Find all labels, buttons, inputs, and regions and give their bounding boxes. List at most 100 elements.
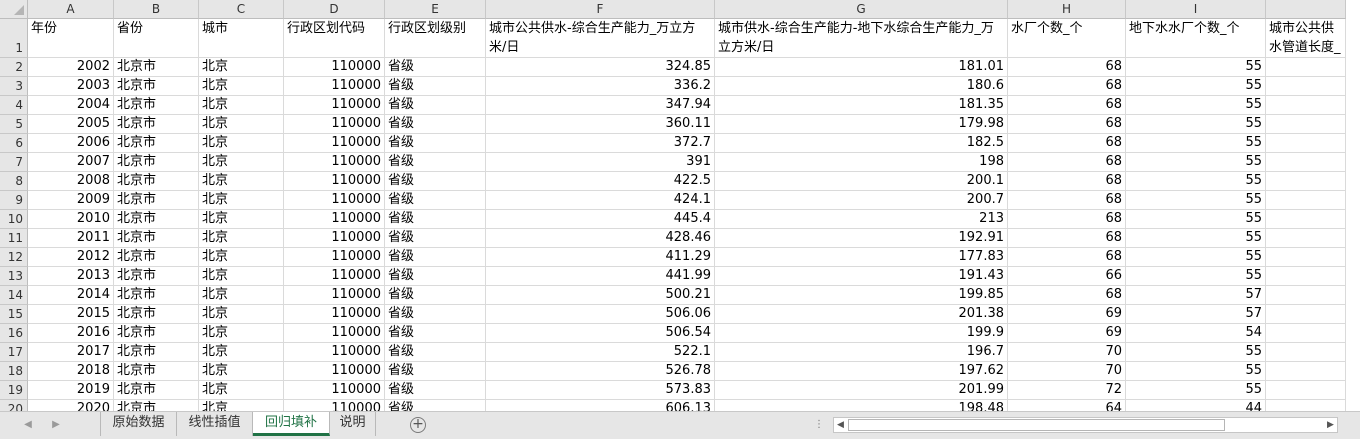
table-cell[interactable]: 北京市 [114, 115, 199, 134]
table-cell[interactable]: 68 [1008, 229, 1126, 248]
table-cell[interactable]: 110000 [284, 115, 385, 134]
table-cell[interactable]: 110000 [284, 324, 385, 343]
row-header[interactable]: 1 [0, 19, 28, 58]
table-cell[interactable]: 200.7 [715, 191, 1008, 210]
table-cell[interactable]: 110000 [284, 153, 385, 172]
table-cell[interactable]: 180.6 [715, 77, 1008, 96]
table-cell[interactable]: 北京 [199, 286, 284, 305]
table-cell[interactable]: 北京市 [114, 153, 199, 172]
table-cell[interactable]: 199.85 [715, 286, 1008, 305]
table-cell[interactable]: 北京市 [114, 286, 199, 305]
table-cell[interactable] [1266, 248, 1346, 267]
row-header[interactable]: 17 [0, 343, 28, 362]
table-cell[interactable]: 68 [1008, 286, 1126, 305]
column-header-h[interactable]: H [1008, 0, 1126, 19]
table-cell[interactable]: 省级 [385, 267, 486, 286]
table-cell[interactable]: 北京市 [114, 324, 199, 343]
table-cell[interactable]: 68 [1008, 172, 1126, 191]
row-header[interactable]: 4 [0, 96, 28, 115]
column-header-a[interactable]: A [28, 0, 114, 19]
tab-regression-fill[interactable]: 回归填补 [253, 412, 330, 436]
table-cell[interactable]: 北京市 [114, 400, 199, 411]
triangle-right-icon[interactable]: ▶ [48, 418, 64, 432]
column-header-e[interactable]: E [385, 0, 486, 19]
table-cell[interactable]: 北京 [199, 248, 284, 267]
column-header-d[interactable]: D [284, 0, 385, 19]
table-cell[interactable]: 北京 [199, 153, 284, 172]
table-cell[interactable]: 181.35 [715, 96, 1008, 115]
row-header[interactable]: 18 [0, 362, 28, 381]
table-cell[interactable]: 201.99 [715, 381, 1008, 400]
table-cell[interactable]: 省级 [385, 324, 486, 343]
table-cell[interactable]: 2011 [28, 229, 114, 248]
header-cell[interactable]: 城市公共供水管道长度_公里 [1266, 19, 1346, 58]
row-header[interactable]: 9 [0, 191, 28, 210]
column-header-b[interactable]: B [114, 0, 199, 19]
table-cell[interactable]: 324.85 [486, 58, 715, 77]
table-cell[interactable] [1266, 267, 1346, 286]
header-cell[interactable]: 城市 [199, 19, 284, 58]
table-cell[interactable]: 336.2 [486, 77, 715, 96]
table-cell[interactable]: 2006 [28, 134, 114, 153]
tab-notes[interactable]: 说明 [330, 412, 376, 436]
column-header-g[interactable]: G [715, 0, 1008, 19]
row-header[interactable]: 6 [0, 134, 28, 153]
table-cell[interactable] [1266, 324, 1346, 343]
table-cell[interactable]: 110000 [284, 400, 385, 411]
table-cell[interactable]: 68 [1008, 210, 1126, 229]
table-cell[interactable]: 北京 [199, 343, 284, 362]
table-cell[interactable]: 506.06 [486, 305, 715, 324]
table-cell[interactable]: 198 [715, 153, 1008, 172]
table-cell[interactable]: 198.48 [715, 400, 1008, 411]
plus-circle-icon[interactable]: + [410, 417, 426, 433]
table-cell[interactable]: 55 [1126, 77, 1266, 96]
table-cell[interactable]: 北京市 [114, 134, 199, 153]
table-cell[interactable]: 北京市 [114, 58, 199, 77]
table-cell[interactable] [1266, 96, 1346, 115]
scrollbar-thumb[interactable] [848, 419, 1225, 431]
header-cell[interactable]: 省份 [114, 19, 199, 58]
table-cell[interactable]: 55 [1126, 191, 1266, 210]
table-cell[interactable]: 省级 [385, 305, 486, 324]
table-cell[interactable]: 110000 [284, 267, 385, 286]
table-cell[interactable]: 北京 [199, 381, 284, 400]
table-cell[interactable]: 110000 [284, 96, 385, 115]
table-cell[interactable] [1266, 191, 1346, 210]
table-cell[interactable]: 68 [1008, 153, 1126, 172]
table-cell[interactable]: 110000 [284, 343, 385, 362]
table-cell[interactable]: 68 [1008, 77, 1126, 96]
table-cell[interactable]: 177.83 [715, 248, 1008, 267]
table-cell[interactable]: 200.1 [715, 172, 1008, 191]
row-header[interactable]: 16 [0, 324, 28, 343]
header-cell[interactable]: 行政区划级别 [385, 19, 486, 58]
table-cell[interactable]: 64 [1008, 400, 1126, 411]
more-dots-icon[interactable]: ⋮ [814, 419, 824, 430]
table-cell[interactable]: 72 [1008, 381, 1126, 400]
table-cell[interactable]: 54 [1126, 324, 1266, 343]
table-cell[interactable] [1266, 305, 1346, 324]
table-cell[interactable]: 省级 [385, 153, 486, 172]
table-cell[interactable]: 55 [1126, 248, 1266, 267]
table-cell[interactable]: 70 [1008, 343, 1126, 362]
header-cell[interactable]: 行政区划代码 [284, 19, 385, 58]
triangle-left-icon[interactable]: ◀ [20, 418, 36, 432]
table-cell[interactable]: 2020 [28, 400, 114, 411]
column-header-f[interactable]: F [486, 0, 715, 19]
table-cell[interactable] [1266, 343, 1346, 362]
table-cell[interactable]: 110000 [284, 248, 385, 267]
horizontal-scrollbar[interactable]: ◀ ▶ [833, 417, 1338, 433]
table-cell[interactable]: 北京 [199, 324, 284, 343]
header-cell[interactable]: 年份 [28, 19, 114, 58]
table-cell[interactable]: 55 [1126, 134, 1266, 153]
table-cell[interactable]: 2015 [28, 305, 114, 324]
table-cell[interactable]: 110000 [284, 381, 385, 400]
table-cell[interactable]: 省级 [385, 400, 486, 411]
row-header[interactable]: 5 [0, 115, 28, 134]
table-cell[interactable] [1266, 362, 1346, 381]
table-cell[interactable]: 44 [1126, 400, 1266, 411]
table-cell[interactable]: 526.78 [486, 362, 715, 381]
table-cell[interactable] [1266, 229, 1346, 248]
table-cell[interactable]: 68 [1008, 58, 1126, 77]
table-cell[interactable]: 2004 [28, 96, 114, 115]
table-cell[interactable]: 2008 [28, 172, 114, 191]
